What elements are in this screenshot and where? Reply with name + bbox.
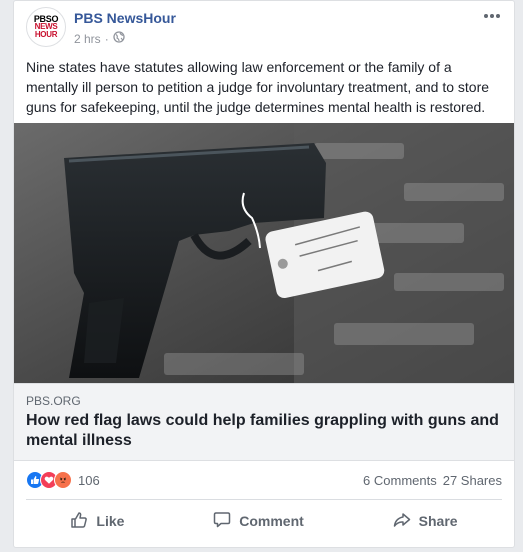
like-button[interactable]: Like (50, 507, 144, 536)
post-card: PBSO NEWS HOUR PBS NewsHour 2 hrs · Nine… (13, 0, 515, 548)
comment-label: Comment (239, 513, 304, 529)
handgun-photo (14, 123, 514, 383)
angry-reaction-icon (54, 471, 72, 489)
share-icon (393, 511, 411, 532)
post-meta: 2 hrs · (74, 31, 125, 46)
post-text: Nine states have statutes allowing law e… (26, 59, 490, 115)
link-headline[interactable]: How red flag laws could help families gr… (26, 411, 502, 451)
page-name-link[interactable]: PBS NewsHour (74, 10, 176, 26)
actions-divider (26, 499, 502, 500)
comment-icon (213, 511, 231, 532)
page-avatar[interactable]: PBSO NEWS HOUR (26, 7, 66, 47)
globe-icon (113, 31, 125, 46)
share-label: Share (418, 513, 458, 529)
link-preview[interactable]: PBS.ORG How red flag laws could help fam… (14, 383, 514, 461)
post-actions: Like Comment Share (26, 505, 502, 537)
post-stats: 106 6 Comments 27 Shares (26, 471, 502, 491)
reaction-count: 106 (78, 472, 100, 488)
engagement-counts: 6 Comments 27 Shares (363, 473, 502, 488)
reactions-summary[interactable]: 106 (26, 471, 100, 489)
link-image[interactable] (14, 123, 514, 383)
avatar-text-3: HOUR (34, 30, 58, 39)
comment-button[interactable]: Comment (193, 507, 324, 536)
comments-count-link[interactable]: 6 Comments (363, 473, 437, 488)
post-timestamp[interactable]: 2 hrs (74, 32, 101, 46)
post-header: PBSO NEWS HOUR PBS NewsHour 2 hrs · (26, 7, 502, 47)
share-button[interactable]: Share (373, 507, 478, 536)
link-domain: PBS.ORG (26, 394, 81, 408)
shares-count-link[interactable]: 27 Shares (443, 473, 502, 488)
meta-separator: · (104, 31, 109, 46)
like-icon (70, 511, 88, 532)
like-label: Like (96, 513, 125, 529)
more-options-icon[interactable] (482, 7, 502, 25)
